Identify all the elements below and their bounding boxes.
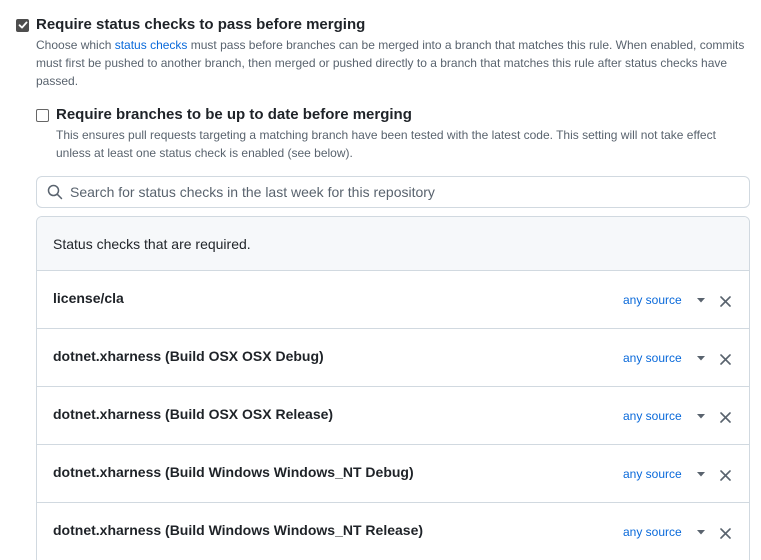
remove-check-button[interactable] [719, 527, 731, 539]
status-check-name: dotnet.xharness (Build Windows Windows_N… [53, 522, 424, 538]
table-row: license/cla any source [37, 271, 749, 329]
remove-check-button[interactable] [719, 411, 731, 423]
triangle-down-icon[interactable] [696, 528, 705, 536]
table-row: dotnet.xharness (Build Windows Windows_N… [37, 503, 749, 560]
source-label[interactable]: any source [623, 467, 682, 481]
checkmark-icon [18, 21, 27, 29]
triangle-down-icon[interactable] [696, 354, 705, 362]
source-dropdown[interactable]: any source [623, 351, 705, 365]
source-label[interactable]: any source [623, 351, 682, 365]
status-check-name: dotnet.xharness (Build OSX OSX Debug) [53, 348, 324, 364]
require-status-checks-label[interactable]: Require status checks to pass before mer… [36, 16, 365, 34]
required-status-checks-panel: Status checks that are required. license… [36, 216, 750, 560]
table-row: dotnet.xharness (Build Windows Windows_N… [37, 445, 749, 503]
remove-check-button[interactable] [719, 295, 731, 307]
x-icon[interactable] [719, 295, 731, 307]
required-status-checks-header: Status checks that are required. [37, 217, 749, 271]
require-up-to-date-option[interactable]: Require branches to be up to date before… [36, 106, 412, 124]
source-dropdown[interactable]: any source [623, 525, 705, 539]
triangle-down-icon[interactable] [696, 296, 705, 304]
search-input[interactable] [70, 184, 740, 200]
triangle-down-icon[interactable] [696, 412, 705, 420]
status-check-name: dotnet.xharness (Build OSX OSX Release) [53, 406, 334, 422]
source-label[interactable]: any source [623, 409, 682, 423]
source-dropdown[interactable]: any source [623, 409, 705, 423]
source-label[interactable]: any source [623, 293, 682, 307]
require-status-checks-option[interactable]: Require status checks to pass before mer… [16, 16, 365, 34]
x-icon[interactable] [719, 353, 731, 365]
search-icon [47, 184, 63, 200]
require-status-checks-description: Choose which status checks must pass bef… [36, 38, 745, 88]
table-row: dotnet.xharness (Build OSX OSX Debug) an… [37, 329, 749, 387]
require-status-checks-checkbox[interactable] [16, 18, 29, 32]
x-icon[interactable] [719, 469, 731, 481]
status-check-name: license/cla [53, 290, 124, 306]
source-dropdown[interactable]: any source [623, 467, 705, 481]
table-row: dotnet.xharness (Build OSX OSX Release) … [37, 387, 749, 445]
remove-check-button[interactable] [719, 353, 731, 365]
triangle-down-icon[interactable] [696, 470, 705, 478]
status-check-name: dotnet.xharness (Build Windows Windows_N… [53, 464, 414, 480]
source-label[interactable]: any source [623, 525, 682, 539]
x-icon[interactable] [719, 527, 731, 539]
require-up-to-date-checkbox[interactable] [36, 108, 49, 122]
require-up-to-date-label[interactable]: Require branches to be up to date before… [56, 106, 412, 124]
x-icon[interactable] [719, 411, 731, 423]
status-checks-link[interactable]: status checks [115, 38, 188, 52]
require-up-to-date-description: This ensures pull requests targeting a m… [56, 128, 716, 160]
status-check-search[interactable] [36, 176, 750, 208]
branch-protection-status-checks: Require status checks to pass before mer… [0, 0, 761, 560]
source-dropdown[interactable]: any source [623, 293, 705, 307]
remove-check-button[interactable] [719, 469, 731, 481]
